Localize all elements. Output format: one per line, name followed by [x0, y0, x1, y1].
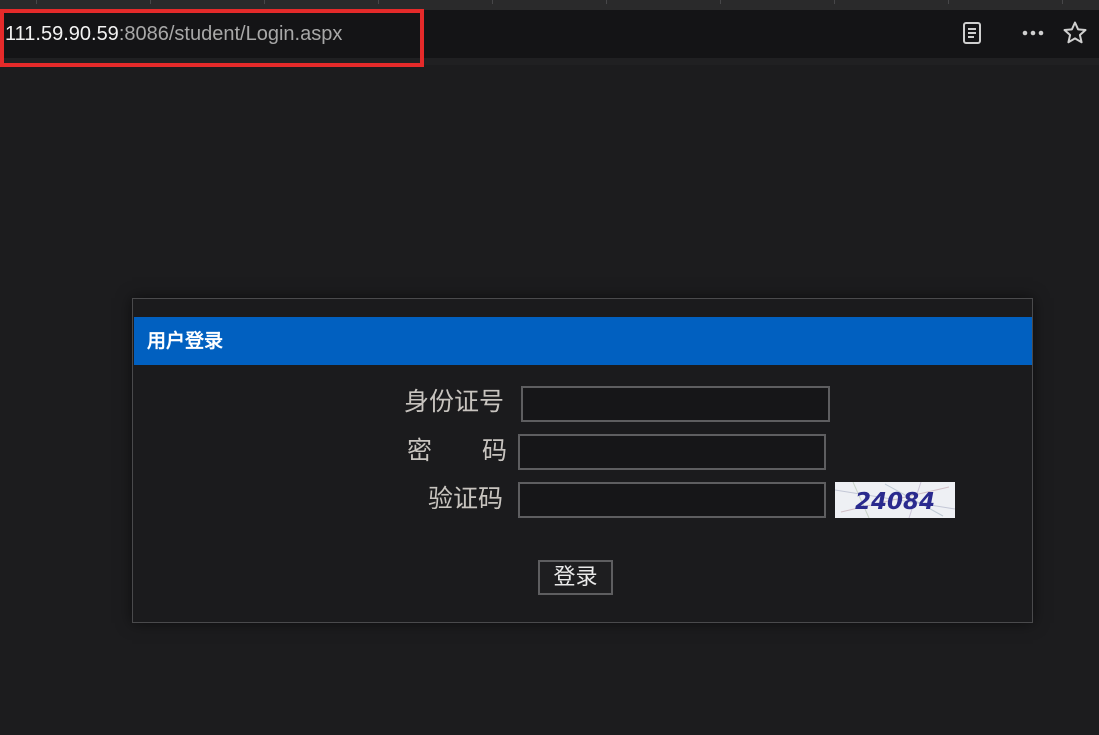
login-panel-header: 用户登录 — [134, 317, 1032, 365]
password-field[interactable] — [518, 434, 826, 470]
login-panel: 用户登录 身份证号 密 码 验证码 24084 登录 — [132, 298, 1033, 623]
captcha-field[interactable] — [518, 482, 826, 518]
id-number-label: 身份证号 — [404, 387, 505, 416]
address-highlight-box — [0, 9, 424, 67]
captcha-image[interactable]: 24084 — [835, 482, 955, 518]
captcha-label: 验证码 — [428, 484, 504, 513]
password-label: 密 码 — [407, 436, 508, 465]
id-number-field[interactable] — [521, 386, 830, 422]
login-title: 用户登录 — [147, 330, 224, 352]
login-button[interactable]: 登录 — [538, 560, 613, 595]
favorite-star-icon[interactable] — [1062, 20, 1088, 46]
reader-view-icon[interactable] — [959, 20, 985, 46]
captcha-code: 24084 — [855, 489, 935, 515]
more-icon[interactable] — [1020, 20, 1046, 46]
